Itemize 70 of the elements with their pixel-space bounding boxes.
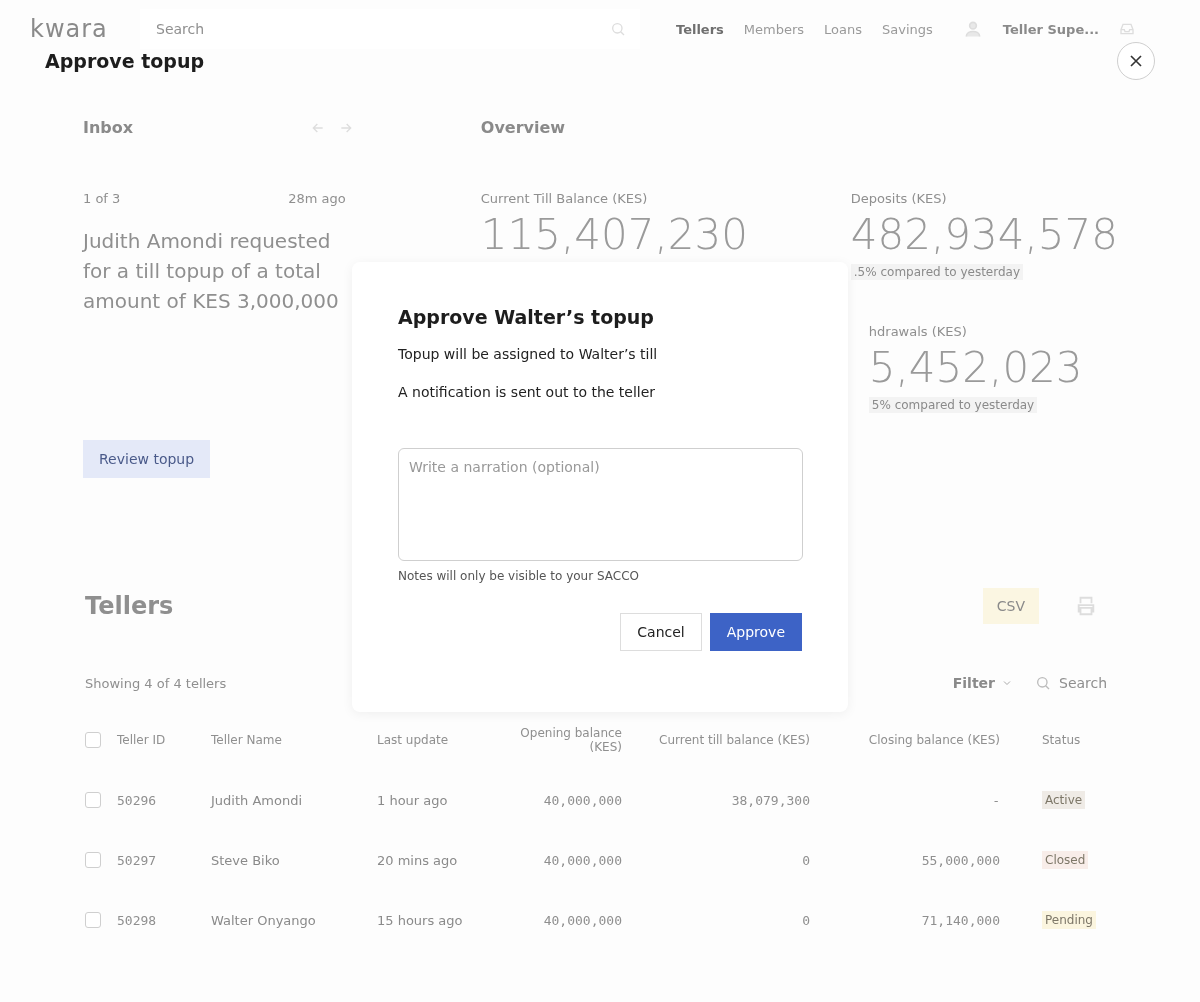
- inbox-icon[interactable]: [1119, 21, 1136, 37]
- inbox-time: 28m ago: [288, 191, 346, 206]
- table-cell-text: 71,140,000: [920, 911, 1000, 930]
- review-button[interactable]: Review topup: [83, 440, 211, 478]
- nav-tab[interactable]: Tellers: [676, 21, 724, 37]
- hint-text: Notes will only be visible to your SACCO: [398, 569, 640, 583]
- checkbox[interactable]: [85, 852, 101, 868]
- stat-value: 115,407,230: [480, 212, 749, 258]
- stat-note: 5% compared to yesterday: [868, 397, 1038, 413]
- table-cell-text: 55,000,000: [920, 851, 1000, 870]
- column-header: Teller Name: [211, 732, 283, 749]
- stat-value: 482,934,578: [850, 212, 1118, 258]
- section-title: Inbox: [83, 118, 134, 137]
- column-header: Last update: [377, 732, 450, 749]
- stat-label: Deposits (KES): [850, 191, 948, 206]
- table-cell-text: Walter Onyango: [211, 911, 317, 930]
- status-badge: Closed: [1042, 851, 1089, 869]
- table-cell-text: 15 hours ago: [377, 911, 464, 930]
- printer-icon[interactable]: [1075, 595, 1097, 617]
- inbox-message: Judith Amondi requested for a till topup of a total amount of KES 3,000,000: [83, 228, 340, 315]
- table-cell-text: 20 mins ago: [377, 851, 459, 870]
- table-cell-text: 40,000,000: [542, 851, 622, 870]
- table-cell-text: 0: [801, 851, 810, 870]
- nav-tab[interactable]: Members: [743, 21, 805, 37]
- column-header: Current till balance (KES): [658, 732, 810, 749]
- stat-label: Current Till Balance (KES): [480, 191, 649, 206]
- column-header: Status: [1041, 732, 1082, 749]
- stat-value: 5,452,023: [868, 345, 1084, 391]
- table-cell-text: 50296: [117, 791, 158, 810]
- cancel-button[interactable]: Cancel: [620, 613, 702, 651]
- stat-note: .5% compared to yesterday: [850, 264, 1024, 280]
- section-title: Tellers: [85, 592, 174, 620]
- checkbox[interactable]: [85, 912, 101, 928]
- table-cell-text: 1 hour ago: [377, 791, 449, 810]
- user-name[interactable]: Teller Supe...: [1002, 21, 1100, 37]
- table-cell-text: 50297: [117, 851, 158, 870]
- table-cell-text: 38,079,300: [730, 791, 810, 810]
- table-cell-text: 40,000,000: [542, 911, 622, 930]
- close-button[interactable]: [1117, 42, 1155, 80]
- column-header: Teller ID: [117, 732, 167, 749]
- logo: kwara: [30, 15, 109, 43]
- table-search-field[interactable]: Search: [1057, 674, 1117, 692]
- csv-button[interactable]: CSV: [982, 588, 1039, 624]
- column-header: Closing balance (KES): [867, 732, 1000, 749]
- approve-button[interactable]: Approve: [709, 613, 802, 651]
- page-title: Approve topup: [45, 50, 205, 72]
- section-title: Overview: [480, 118, 567, 137]
- filter-dropdown[interactable]: Filter: [952, 675, 1013, 691]
- status-badge: Pending: [1042, 911, 1096, 929]
- table-cell-text: 0: [801, 911, 810, 930]
- dialog-text: Topup will be assigned to Walter’s till: [398, 346, 659, 362]
- checkbox[interactable]: [85, 732, 101, 748]
- stat-label: hdrawals (KES): [868, 324, 968, 339]
- narration-field[interactable]: Write a narration (optional): [398, 448, 803, 561]
- checkbox[interactable]: [85, 792, 101, 808]
- table-cell-text: 40,000,000: [542, 791, 622, 810]
- inbox-counter: 1 of 3: [83, 191, 121, 206]
- user-icon: [962, 19, 983, 39]
- search-icon: [1035, 675, 1051, 691]
- dialog-text: A notification is sent out to the teller: [398, 384, 657, 400]
- table-cell-text: Judith Amondi: [211, 791, 304, 810]
- table-cell-text: Steve Biko: [211, 851, 281, 870]
- nav-tab[interactable]: Loans: [824, 21, 863, 37]
- table-cell-text: 50298: [117, 911, 158, 930]
- nav-tab[interactable]: Savings: [882, 21, 933, 37]
- showing-count: Showing 4 of 4 tellers: [85, 675, 227, 691]
- column-header: Opening balance (KES): [519, 725, 622, 756]
- status-badge: Active: [1042, 791, 1086, 809]
- table-cell-text: -: [991, 791, 1000, 810]
- dialog-title: Approve Walter’s topup: [398, 306, 655, 328]
